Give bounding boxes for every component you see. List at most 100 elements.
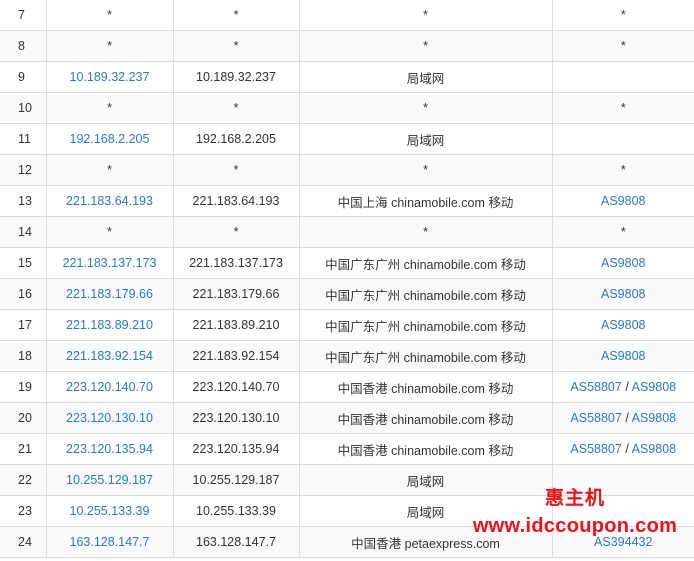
hop-asn-link[interactable]: AS58807 xyxy=(570,411,621,425)
hop-number: 14 xyxy=(0,216,47,248)
hop-number: 19 xyxy=(0,371,47,403)
hop-ip-cell: * xyxy=(45,30,174,62)
traceroute-table-body: 7 * * * * 8 * * * * 9 10.189.32.237 10.189.32.237 局域网… xyxy=(0,0,694,558)
hop-ip-timeout: * xyxy=(107,8,112,22)
hop-ip-link[interactable]: 192.168.2.205 xyxy=(70,132,150,146)
hop-ip-link[interactable]: 10.255.133.39 xyxy=(70,504,150,518)
hop-ip-cell: 221.183.137.173 xyxy=(45,247,174,279)
hop-hostname: * xyxy=(172,30,300,62)
hop-number: 18 xyxy=(0,340,47,372)
hop-ip-cell: 223.120.140.70 xyxy=(45,371,174,403)
hop-ip-cell: 163.128.147.7 xyxy=(45,526,174,558)
hop-row: 18 221.183.92.154 221.183.92.154 中国广东广州 chi… xyxy=(0,340,694,372)
hop-ip-link[interactable]: 221.183.179.66 xyxy=(66,287,153,301)
hop-asn-timeout: * xyxy=(620,101,626,115)
hop-number: 11 xyxy=(0,123,47,155)
hop-asn-timeout: * xyxy=(620,225,626,239)
hop-asn-cell xyxy=(551,464,694,496)
hop-asn-link[interactable]: AS58807 xyxy=(570,442,621,456)
hop-number: 9 xyxy=(0,61,47,93)
hop-ip-link[interactable]: 221.183.89.210 xyxy=(66,318,153,332)
hop-ip-link[interactable]: 223.120.130.10 xyxy=(66,411,153,425)
hop-number: 13 xyxy=(0,185,47,217)
hop-asn-link[interactable]: AS394432 xyxy=(594,535,652,549)
hop-ip-link[interactable]: 221.183.64.193 xyxy=(66,194,153,208)
hop-ip-link[interactable]: 223.120.135.94 xyxy=(66,442,153,456)
hop-location: 中国广东广州 chinamobile.com 移动 xyxy=(298,278,553,310)
hop-ip-cell: * xyxy=(45,154,174,186)
hop-hostname: 223.120.130.10 xyxy=(172,402,300,434)
hop-location: 中国香港 chinamobile.com 移动 xyxy=(298,402,553,434)
hop-ip-cell: 221.183.89.210 xyxy=(45,309,174,341)
hop-ip-link[interactable]: 10.189.32.237 xyxy=(70,70,150,84)
hop-ip-cell: * xyxy=(45,216,174,248)
hop-asn-link[interactable]: AS9808 xyxy=(601,194,645,208)
hop-asn-link[interactable]: AS9808 xyxy=(632,380,676,394)
hop-ip-cell: 221.183.64.193 xyxy=(45,185,174,217)
hop-row: 15 221.183.137.173 221.183.137.173 中国广东广州 c… xyxy=(0,247,694,279)
hop-location: 局域网 xyxy=(298,464,553,496)
hop-location: * xyxy=(298,154,553,186)
hop-hostname: 223.120.135.94 xyxy=(172,433,300,465)
hop-asn-cell: AS394432 xyxy=(551,526,694,558)
hop-asn-link[interactable]: AS9808 xyxy=(601,318,645,332)
hop-asn-link[interactable]: AS9808 xyxy=(601,349,645,363)
hop-number: 21 xyxy=(0,433,47,465)
hop-hostname: 163.128.147.7 xyxy=(172,526,300,558)
hop-asn-timeout: * xyxy=(620,8,626,22)
hop-row: 11 192.168.2.205 192.168.2.205 局域网 xyxy=(0,123,694,155)
asn-separator: / xyxy=(625,411,629,425)
hop-hostname: 10.189.32.237 xyxy=(172,61,300,93)
hop-hostname: * xyxy=(172,92,300,124)
hop-row: 12 * * * * xyxy=(0,154,694,186)
hop-ip-timeout: * xyxy=(107,39,112,53)
asn-separator: / xyxy=(625,442,629,456)
hop-asn-link[interactable]: AS9808 xyxy=(632,411,676,425)
hop-location: 中国上海 chinamobile.com 移动 xyxy=(298,185,553,217)
hop-asn-link[interactable]: AS9808 xyxy=(632,442,676,456)
hop-ip-link[interactable]: 221.183.137.173 xyxy=(63,256,157,270)
hop-asn-link[interactable]: AS9808 xyxy=(601,256,645,270)
hop-hostname: * xyxy=(172,0,300,31)
hop-location: * xyxy=(298,92,553,124)
hop-hostname: 221.183.92.154 xyxy=(172,340,300,372)
hop-number: 17 xyxy=(0,309,47,341)
hop-location: 局域网 xyxy=(298,495,553,527)
hop-hostname: * xyxy=(172,154,300,186)
hop-ip-link[interactable]: 221.183.92.154 xyxy=(66,349,153,363)
hop-row: 20 223.120.130.10 223.120.130.10 中国香港 china… xyxy=(0,402,694,434)
hop-hostname: 10.255.129.187 xyxy=(172,464,300,496)
hop-row: 24 163.128.147.7 163.128.147.7 中国香港 petaexp… xyxy=(0,526,694,558)
hop-ip-link[interactable]: 163.128.147.7 xyxy=(70,535,150,549)
hop-asn-cell: AS58807 / AS9808 xyxy=(551,371,694,403)
hop-asn-cell: AS9808 xyxy=(551,185,694,217)
hop-number: 23 xyxy=(0,495,47,527)
hop-row: 21 223.120.135.94 223.120.135.94 中国香港 china… xyxy=(0,433,694,465)
hop-row: 10 * * * * xyxy=(0,92,694,124)
hop-asn-cell: * xyxy=(551,216,694,248)
hop-asn-link[interactable]: AS9808 xyxy=(601,287,645,301)
hop-asn-link[interactable]: AS58807 xyxy=(570,380,621,394)
hop-ip-link[interactable]: 223.120.140.70 xyxy=(66,380,153,394)
hop-asn-timeout: * xyxy=(620,163,626,177)
hop-ip-cell: 221.183.92.154 xyxy=(45,340,174,372)
hop-asn-cell: * xyxy=(551,30,694,62)
hop-row: 16 221.183.179.66 221.183.179.66 中国广东广州 chi… xyxy=(0,278,694,310)
hop-ip-cell: 221.183.179.66 xyxy=(45,278,174,310)
hop-row: 17 221.183.89.210 221.183.89.210 中国广东广州 chi… xyxy=(0,309,694,341)
asn-separator: / xyxy=(625,380,629,394)
hop-ip-timeout: * xyxy=(107,101,112,115)
hop-location: 中国广东广州 chinamobile.com 移动 xyxy=(298,247,553,279)
hop-ip-timeout: * xyxy=(107,163,112,177)
hop-hostname: 10.255.133.39 xyxy=(172,495,300,527)
hop-row: 19 223.120.140.70 223.120.140.70 中国香港 china… xyxy=(0,371,694,403)
hop-number: 10 xyxy=(0,92,47,124)
hop-number: 12 xyxy=(0,154,47,186)
hop-asn-cell: AS9808 xyxy=(551,278,694,310)
hop-number: 24 xyxy=(0,526,47,558)
hop-ip-cell: * xyxy=(45,92,174,124)
hop-asn-cell xyxy=(551,61,694,93)
hop-asn-cell: AS9808 xyxy=(551,309,694,341)
hop-number: 16 xyxy=(0,278,47,310)
hop-ip-link[interactable]: 10.255.129.187 xyxy=(66,473,153,487)
